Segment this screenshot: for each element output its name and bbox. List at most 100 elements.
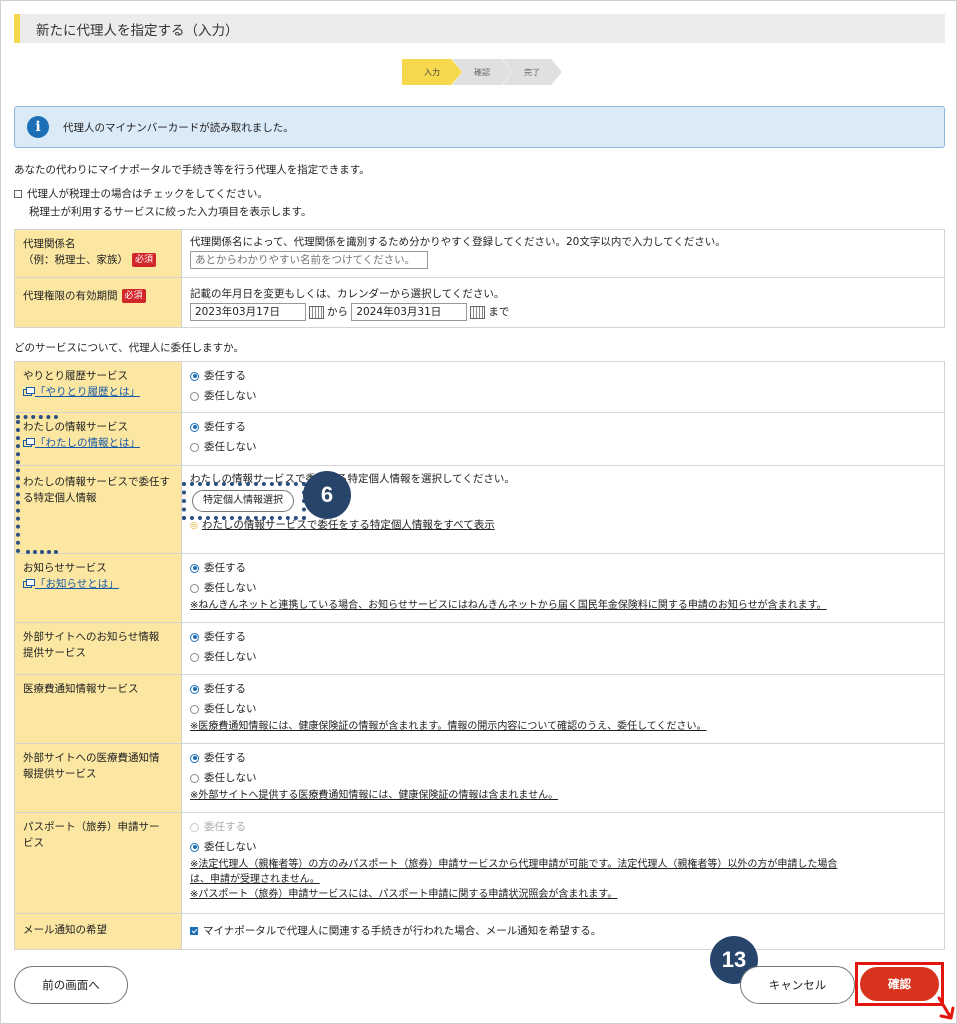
external-notice-options: 委任する 委任しない xyxy=(182,623,944,674)
tax-accountant-label: 代理人が税理士の場合はチェックをしてください。 xyxy=(27,188,268,200)
history-service-label: やりとり履歴サービス 「やりとり履歴とは」 xyxy=(15,362,182,412)
myinfo-no-delegate-option[interactable]: 委任しない xyxy=(190,437,936,457)
radio-unselected[interactable] xyxy=(190,442,199,452)
radio-unselected[interactable] xyxy=(190,652,199,662)
external-medical-row: 外部サイトへの医療費通知情 報提供サービス 委任する 委任しない ※外部サイトへ… xyxy=(14,744,945,813)
radio-selected[interactable] xyxy=(190,563,199,573)
specific-info-title: わたしの情報サービスで委任する特定個人情報 xyxy=(23,476,170,504)
radio-unselected[interactable] xyxy=(190,391,199,401)
progress-steps: 入力 確認 完了 xyxy=(402,59,562,85)
notice-no-delegate-option[interactable]: 委任しない xyxy=(190,578,936,598)
show-all-specific-info-link[interactable]: わたしの情報サービスで委任をする特定個人情報をすべて表示 xyxy=(202,519,495,531)
external-medical-label: 外部サイトへの医療費通知情 報提供サービス xyxy=(15,744,182,812)
end-date-input[interactable]: 2024年03月31日 xyxy=(351,303,468,321)
radio-unselected[interactable] xyxy=(190,704,199,714)
mail-notification-text: マイナポータルで代理人に関連する手続きが行われた場合、メール通知を希望する。 xyxy=(203,925,602,937)
tax-accountant-option: 代理人が税理士の場合はチェックをしてください。 xyxy=(14,186,268,201)
specific-info-label: わたしの情報サービスで委任する特定個人情報 xyxy=(15,466,182,553)
medical-service-title: 医療費通知情報サービス xyxy=(23,683,139,695)
cancel-button[interactable]: キャンセル xyxy=(740,966,855,1004)
mail-notification-label: メール通知の希望 xyxy=(15,914,182,949)
external-medical-no-delegate-option[interactable]: 委任しない xyxy=(190,768,936,788)
external-medical-options: 委任する 委任しない ※外部サイトへ提供する医療費通知情報には、健康保険証の情報… xyxy=(182,744,944,812)
myinfo-help-link[interactable]: 「わたしの情報とは」 xyxy=(35,437,140,449)
radio-selected[interactable] xyxy=(190,632,199,642)
external-link-icon xyxy=(23,437,35,447)
validity-period-label-text: 代理権限の有効期間 xyxy=(23,290,118,302)
passport-service-row: パスポート（旅券）申請サー ビス 委任する 委任しない ※法定代理人（親権者等）… xyxy=(14,813,945,914)
external-notice-no-delegate-option[interactable]: 委任しない xyxy=(190,647,936,667)
specific-info-row: わたしの情報サービスで委任する特定個人情報 わたしの情報サービスで委任する特定個… xyxy=(14,466,945,554)
mail-notification-title: メール通知の希望 xyxy=(23,924,107,936)
relation-name-input[interactable] xyxy=(190,251,428,269)
notice-service-row: お知らせサービス 「お知らせとは」 委任する 委任しない ※ねんきんネットと連携… xyxy=(14,554,945,623)
myinfo-delegate-option[interactable]: 委任する xyxy=(190,417,936,437)
info-message-box: i 代理人のマイナンバーカードが読み取れました。 xyxy=(14,106,945,148)
confirm-highlight: 確認 xyxy=(855,962,944,1006)
confirm-button[interactable]: 確認 xyxy=(860,967,939,1001)
history-service-title: やりとり履歴サービス xyxy=(23,370,128,382)
history-help-link[interactable]: 「やりとり履歴とは」 xyxy=(35,386,140,398)
medical-delegate-option[interactable]: 委任する xyxy=(190,679,936,699)
annotation-dotted-highlight xyxy=(182,482,306,520)
tax-accountant-sub: 税理士が利用するサービスに絞った入力項目を表示します。 xyxy=(29,206,312,218)
info-message: 代理人のマイナンバーカードが読み取れました。 xyxy=(63,121,294,134)
radio-unselected[interactable] xyxy=(190,583,199,593)
start-date-input[interactable]: 2023年03月17日 xyxy=(190,303,306,321)
history-delegate-option[interactable]: 委任する xyxy=(190,366,936,386)
notice-help-link[interactable]: 「お知らせとは」 xyxy=(35,578,119,590)
notice-delegate-option[interactable]: 委任する xyxy=(190,558,936,578)
relation-name-row: 代理関係名 （例：税理士、家族） 必須 代理関係名によって、代理関係を識別するため… xyxy=(14,229,945,278)
external-medical-title-2: 報提供サービス xyxy=(23,768,97,780)
radio-selected[interactable] xyxy=(190,753,199,763)
to-text: まで xyxy=(488,306,510,318)
pointer-arrow-icon xyxy=(937,996,955,1020)
external-medical-delegate-option[interactable]: 委任する xyxy=(190,748,936,768)
medical-service-row: 医療費通知情報サービス 委任する 委任しない ※医療費通知情報には、健康保険証の… xyxy=(14,675,945,744)
relation-name-body: 代理関係名によって、代理関係を識別するため分かりやすく登録してください。20文字… xyxy=(182,230,944,277)
passport-service-label: パスポート（旅券）申請サー ビス xyxy=(15,813,182,913)
external-notice-delegate-option[interactable]: 委任する xyxy=(190,627,936,647)
passport-delegate-option[interactable]: 委任する xyxy=(190,817,936,837)
radio-unselected[interactable] xyxy=(190,773,199,783)
annotation-dotted-highlight xyxy=(26,550,58,558)
mail-notification-checkbox[interactable] xyxy=(190,927,198,935)
external-notice-row: 外部サイトへのお知らせ情報 提供サービス 委任する 委任しない xyxy=(14,623,945,675)
external-notice-title-2: 提供サービス xyxy=(23,647,86,659)
tax-accountant-checkbox[interactable] xyxy=(14,190,22,198)
passport-service-title: パスポート（旅券）申請サー xyxy=(23,821,160,833)
relation-label-main: 代理関係名 xyxy=(23,238,76,250)
from-text: から xyxy=(327,306,348,318)
notice-service-options: 委任する 委任しない ※ねんきんネットと連携している場合、お知らせサービスにはね… xyxy=(182,554,944,622)
annotation-step-badge: 6 xyxy=(303,471,351,519)
relation-label-example: （例：税理士、家族） xyxy=(23,254,128,266)
step-input: 入力 xyxy=(402,59,462,85)
external-link-icon xyxy=(23,578,35,588)
history-no-delegate-option[interactable]: 委任しない xyxy=(190,386,936,406)
passport-note-2: は、申請が受理されません。 xyxy=(190,874,320,885)
back-button[interactable]: 前の画面へ xyxy=(14,966,128,1004)
calendar-icon[interactable] xyxy=(470,305,486,319)
history-service-row: やりとり履歴サービス 「やりとり履歴とは」 委任する 委任しない xyxy=(14,361,945,413)
external-medical-note: ※外部サイトへ提供する医療費通知情報には、健康保険証の情報は含まれません。 xyxy=(190,790,559,801)
calendar-icon[interactable] xyxy=(309,305,324,319)
validity-period-row: 代理権限の有効期間 必須 記載の年月日を変更もしくは、カレンダーから選択してくださ… xyxy=(14,278,945,328)
mail-notification-body: マイナポータルで代理人に関連する手続きが行われた場合、メール通知を希望する。 xyxy=(182,914,944,949)
mail-notification-row: メール通知の希望 マイナポータルで代理人に関連する手続きが行われた場合、メール通… xyxy=(14,914,945,950)
period-desc: 記載の年月日を変更もしくは、カレンダーから選択してください。 xyxy=(190,288,505,300)
passport-no-delegate-option[interactable]: 委任しない xyxy=(190,837,936,857)
page-title: 新たに代理人を指定する（入力） xyxy=(14,14,945,43)
notice-service-label: お知らせサービス 「お知らせとは」 xyxy=(15,554,182,622)
radio-disabled[interactable] xyxy=(190,822,199,832)
info-icon: i xyxy=(27,116,49,138)
passport-note-3: ※パスポート（旅券）申請サービスには、パスポート申請に関する申請状況照会が含まれ… xyxy=(190,889,618,900)
radio-selected[interactable] xyxy=(190,842,199,852)
medical-no-delegate-option[interactable]: 委任しない xyxy=(190,699,936,719)
radio-selected[interactable] xyxy=(190,684,199,694)
intro-text: あなたの代わりにマイナポータルで手続き等を行う代理人を指定できます。 xyxy=(14,164,370,176)
relation-desc: 代理関係名によって、代理関係を識別するため分かりやすく登録してください。20文字… xyxy=(190,236,726,248)
radio-selected[interactable] xyxy=(190,422,199,432)
radio-selected[interactable] xyxy=(190,371,199,381)
required-badge: 必須 xyxy=(132,253,157,267)
external-link-icon xyxy=(23,386,35,396)
